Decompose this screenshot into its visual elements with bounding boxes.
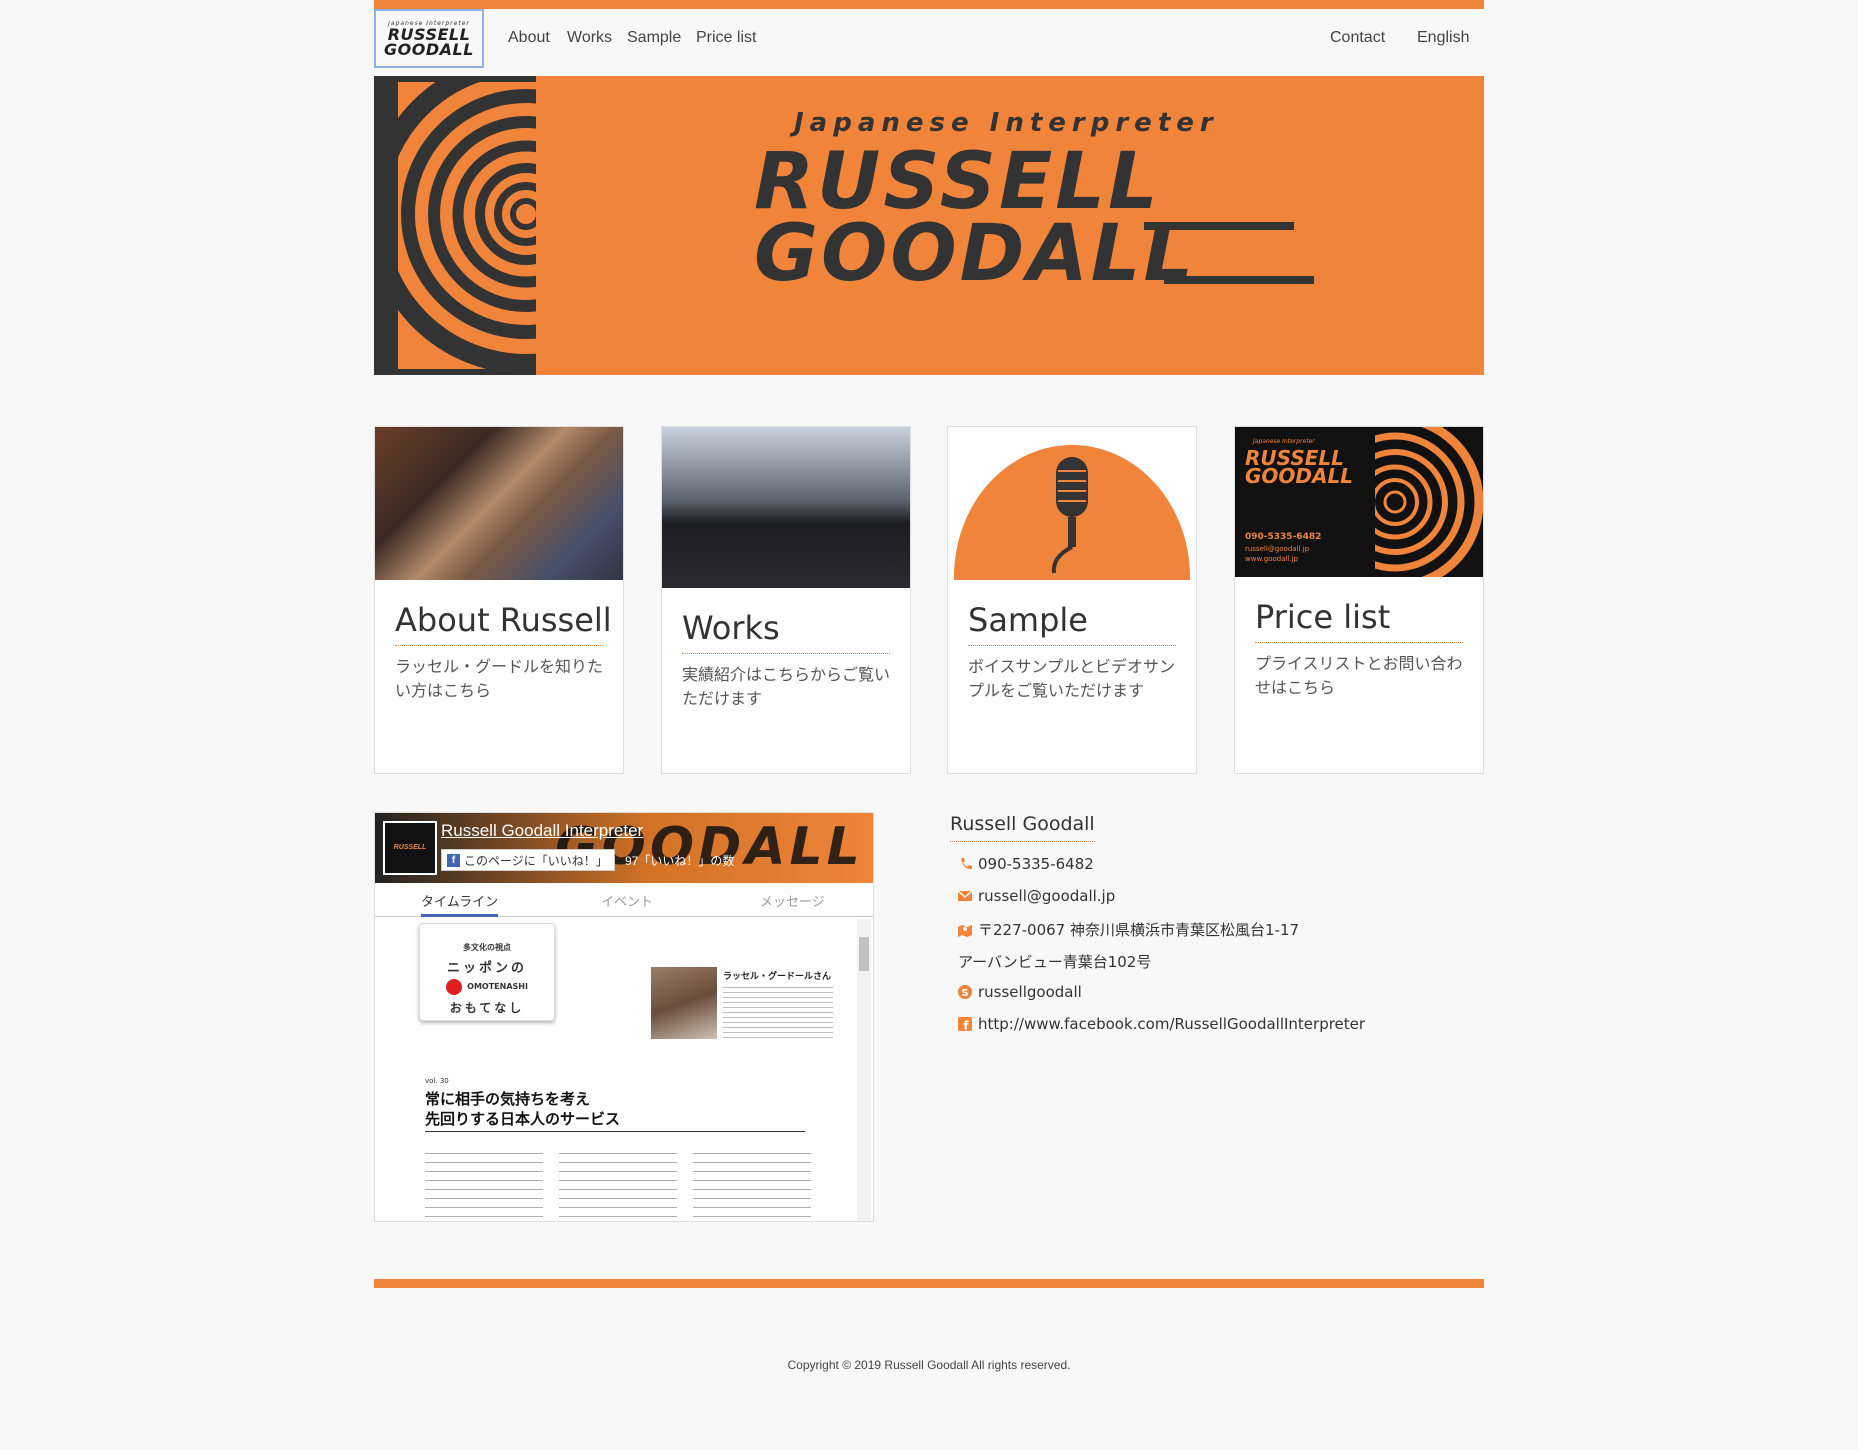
magazine-badge-line4: おもてなし <box>449 1001 525 1015</box>
business-card-web: www.goodall.jp <box>1245 555 1299 563</box>
nav-about[interactable]: About <box>508 29 550 47</box>
facebook-like-count: 97「いいね！」の数 <box>625 854 735 868</box>
card-about-text: ラッセル・グードルを知りたい方はこちら <box>395 657 604 700</box>
svg-text:f: f <box>963 1019 969 1031</box>
card-price-list[interactable]: Japanese Interpreter RUSSELL GOODALL 090… <box>1234 413 1484 774</box>
hero-underline <box>1164 276 1314 284</box>
business-card-email: russell@goodall.jp <box>1245 545 1310 553</box>
hero-banner: Japanese Interpreter RUSSELL GOODALL <box>374 76 1484 375</box>
phone-icon <box>961 858 972 870</box>
facebook-scrollbar[interactable] <box>857 919 871 1221</box>
contact-email-text: russell@goodall.jp <box>978 887 1116 905</box>
facebook-page-widget[interactable]: GOODALL RUSSELL Russell Goodall Interpre… <box>374 812 874 1222</box>
logo-link[interactable]: Japanese Interpreter RUSSELL GOODALL <box>374 9 484 68</box>
facebook-square-icon: f <box>958 1017 972 1031</box>
magazine-bio-text <box>723 983 833 1041</box>
contact-address-1: 〒227-0067 神奈川県横浜市青葉区松風台1-17 <box>958 919 1299 940</box>
magazine-headline: 常に相手の気持ちを考え 先回りする日本人のサービス <box>425 1089 620 1129</box>
hero-name-line2: GOODALL <box>754 209 1197 299</box>
card-price-text: プライスリストとお問い合わせはこちら <box>1255 654 1463 697</box>
magazine-column <box>693 1145 811 1221</box>
microphone-icon <box>948 427 1196 709</box>
card-sample-text: ボイスサンプルとビデオサンプルをご覧いただけます <box>968 657 1176 700</box>
facebook-post-image[interactable]: 多文化の視点 ニッポンの OMOTENASHI おもてなし ラッセル・グードール… <box>383 917 853 1221</box>
card-about-title: About Russell <box>395 601 612 646</box>
contact-phone: 090-5335-6482 <box>958 855 1094 873</box>
contact-phone-text: 090-5335-6482 <box>978 855 1094 873</box>
business-card-line2: GOODALL <box>1245 464 1353 488</box>
logo-line2: GOODALL <box>384 40 474 59</box>
envelope-icon <box>958 890 972 901</box>
business-card-tagline: Japanese Interpreter <box>1252 438 1315 445</box>
card-about[interactable]: About Russell ラッセル・グードルを知りたい方はこちら <box>374 426 624 774</box>
contact-email[interactable]: russell@goodall.jp <box>958 887 1115 905</box>
skype-icon: S <box>958 985 972 999</box>
nav-language[interactable]: English <box>1417 29 1469 47</box>
magazine-headline-line2: 先回りする日本人のサービス <box>425 1110 621 1128</box>
magazine-badge-line2: ニッポンの <box>446 961 527 976</box>
contact-facebook[interactable]: f http://www.facebook.com/RussellGoodallI… <box>958 1015 1365 1033</box>
magazine-column <box>425 1145 543 1221</box>
contact-facebook-link[interactable]: http://www.facebook.com/RussellGoodallIn… <box>978 1015 1365 1033</box>
hero-tagline: Japanese Interpreter <box>794 108 1219 138</box>
card-works-text: 実績紹介はこちらからご覧いただけます <box>682 665 891 708</box>
contact-name: Russell Goodall <box>950 813 1095 842</box>
facebook-page-avatar[interactable]: RUSSELL <box>383 821 437 875</box>
magazine-author: ラッセル・グードールさん <box>723 972 832 982</box>
facebook-like-button[interactable]: f このページに「いいね！」 <box>441 849 615 871</box>
facebook-tabs: タイムライン イベント メッセージ <box>375 883 873 917</box>
copyright-text: Copyright © 2019 Russell Goodall All rig… <box>787 1358 1071 1372</box>
map-marker-icon <box>958 925 972 937</box>
hero-underline <box>1144 222 1294 230</box>
contact-skype-text: russellgoodall <box>978 983 1082 1001</box>
magazine-headline-line1: 常に相手の気持ちを考え <box>425 1090 591 1108</box>
business-card-image: Japanese Interpreter RUSSELL GOODALL 090… <box>1235 413 1484 591</box>
contact-skype[interactable]: Srussellgoodall <box>958 983 1082 1001</box>
concentric-logo-icon <box>374 76 536 375</box>
nav-sample[interactable]: Sample <box>627 29 681 47</box>
facebook-tab-messages[interactable]: メッセージ <box>760 891 825 910</box>
magazine-badge-line1: 多文化の視点 <box>463 943 511 952</box>
card-price-title: Price list <box>1255 598 1463 643</box>
card-works[interactable]: Works 実績紹介はこちらからご覧いただけます <box>661 426 911 774</box>
red-dot-icon <box>446 978 463 995</box>
facebook-avatar-text: RUSSELL <box>393 844 427 851</box>
scrollbar-thumb[interactable] <box>859 937 869 971</box>
card-sample-title: Sample <box>968 601 1176 646</box>
navbar: Japanese Interpreter RUSSELL GOODALL Abo… <box>374 9 1484 68</box>
works-photo <box>662 427 910 588</box>
contact-address-line1: 〒227-0067 神奈川県横浜市青葉区松風台1-17 <box>978 921 1300 939</box>
facebook-tab-events[interactable]: イベント <box>601 891 653 910</box>
hero-name: RUSSELL GOODALL <box>754 137 1197 299</box>
magazine-divider <box>425 1131 805 1132</box>
magazine-badge: 多文化の視点 ニッポンの OMOTENASHI おもてなし <box>419 923 555 1021</box>
hero-name-line1: RUSSELL <box>754 137 1161 227</box>
nav-contact[interactable]: Contact <box>1330 29 1385 47</box>
nav-price-list[interactable]: Price list <box>696 29 756 47</box>
facebook-like-label: このページに「いいね！」 <box>464 854 608 868</box>
facebook-page-name[interactable]: Russell Goodall Interpreter <box>441 821 643 841</box>
footer-accent-bar <box>374 1279 1484 1288</box>
facebook-tab-timeline[interactable]: タイムライン <box>421 891 499 917</box>
business-card-phone: 090-5335-6482 <box>1245 532 1321 542</box>
magazine-badge-line3: OMOTENASHI <box>467 982 528 991</box>
card-works-title: Works <box>682 609 890 654</box>
card-sample[interactable]: Sample ボイスサンプルとビデオサンプルをご覧いただけます <box>947 426 1197 774</box>
contact-address-2: アーバンビュー青葉台102号 <box>958 953 1152 971</box>
magazine-volume: vol. 30 <box>425 1077 449 1085</box>
nav-works[interactable]: Works <box>567 29 612 47</box>
svg-text:S: S <box>961 988 968 999</box>
facebook-f-icon: f <box>447 854 460 867</box>
magazine-portrait <box>651 967 717 1039</box>
about-photo <box>375 427 623 580</box>
top-accent-bar <box>374 0 1484 9</box>
magazine-column <box>559 1145 677 1221</box>
